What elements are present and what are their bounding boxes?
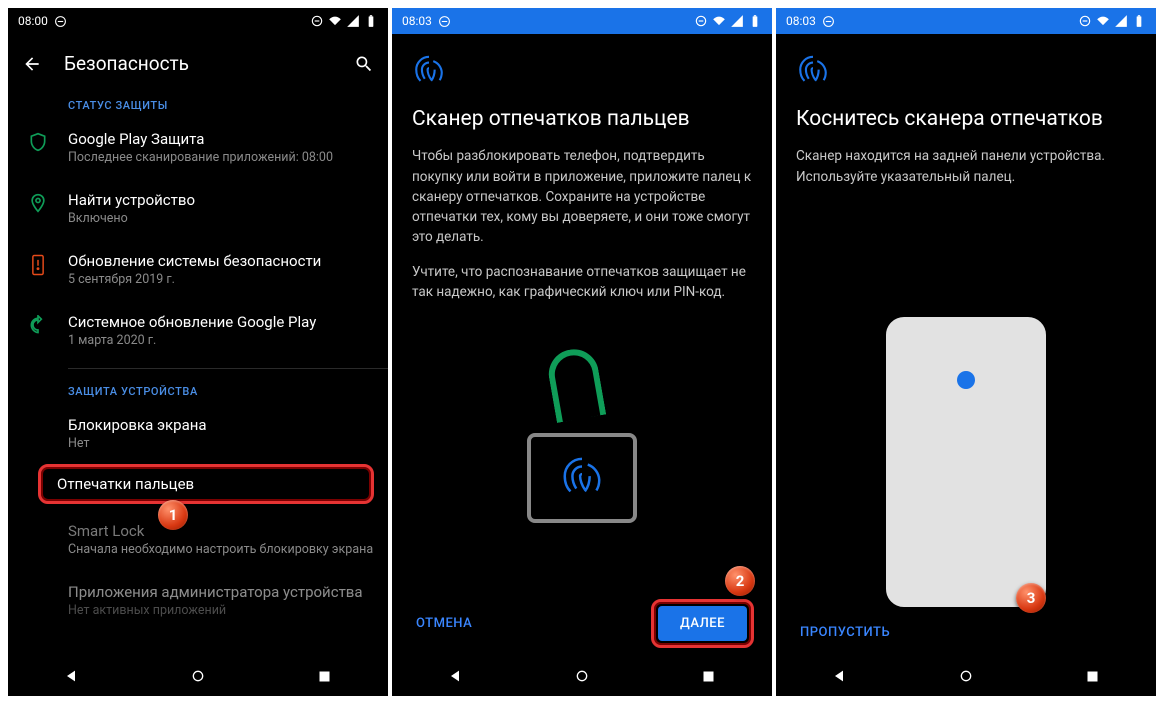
- screen-lock-title: Блокировка экрана: [68, 416, 374, 434]
- statusbar: 08:03: [776, 8, 1156, 34]
- item-play-protect[interactable]: Google Play Защита Последнее сканировани…: [8, 118, 388, 179]
- wifi-icon: [328, 14, 342, 28]
- navigation-bar: [392, 656, 772, 696]
- nav-back[interactable]: [444, 665, 466, 687]
- phone-alert-icon: [29, 254, 47, 276]
- fingerprints-title: Отпечатки пальцев: [57, 475, 357, 493]
- fingerprint-icon: [796, 54, 1136, 92]
- next-button-highlight: ДАЛЕЕ 2: [651, 599, 754, 648]
- battery-icon: [1132, 14, 1146, 28]
- battery-icon: [364, 14, 378, 28]
- update-icon: [28, 315, 48, 335]
- item-find-device[interactable]: Найти устройство Включено: [8, 179, 388, 240]
- app-bar: Безопасность: [8, 34, 388, 89]
- dnd-icon: [54, 15, 67, 28]
- nav-home[interactable]: [187, 665, 209, 687]
- status-time: 08:00: [18, 14, 48, 28]
- sensor-dot-icon: [957, 371, 975, 389]
- phone-illustration: 3: [796, 201, 1136, 607]
- status-time: 08:03: [402, 14, 432, 28]
- find-device-title: Найти устройство: [68, 191, 374, 209]
- wifi-icon: [712, 14, 726, 28]
- divider: [68, 368, 388, 369]
- gp-update-sub: 1 марта 2020 г.: [68, 333, 374, 350]
- wifi-icon: [1096, 14, 1110, 28]
- device-admin-sub: Нет активных приложений: [68, 603, 374, 620]
- page-title: Безопасность: [64, 52, 332, 75]
- screen-touch-sensor: 08:03 Коснитесь сканера отпечатков Скане…: [776, 8, 1156, 696]
- screen-fingerprint-intro: 08:03 Сканер отпечатков пальцев Чтобы ра…: [392, 8, 772, 696]
- nav-recent[interactable]: [698, 665, 720, 687]
- minus-circle-icon: [694, 14, 708, 28]
- screen-lock-sub: Нет: [68, 436, 374, 453]
- smart-lock-sub: Сначала необходимо настроить блокировку …: [68, 542, 374, 559]
- signal-icon: [1114, 14, 1128, 28]
- security-update-sub: 5 сентября 2019 г.: [68, 272, 374, 289]
- statusbar: 08:03: [392, 8, 772, 34]
- nav-recent[interactable]: [314, 665, 336, 687]
- fingerprint-icon: [559, 455, 605, 501]
- location-icon: [28, 193, 48, 213]
- navigation-bar: [776, 656, 1156, 696]
- heading: Коснитесь сканера отпечатков: [796, 106, 1136, 132]
- dnd-icon: [822, 15, 835, 28]
- item-gp-system-update[interactable]: Системное обновление Google Play 1 марта…: [8, 301, 388, 362]
- section-header-status: СТАТУС ЗАЩИТЫ: [8, 89, 388, 118]
- next-button[interactable]: ДАЛЕЕ: [658, 606, 747, 641]
- item-fingerprints[interactable]: Отпечатки пальцев: [38, 464, 374, 504]
- play-protect-title: Google Play Защита: [68, 130, 374, 148]
- nav-home[interactable]: [571, 665, 593, 687]
- nav-recent[interactable]: [1082, 665, 1104, 687]
- paragraph-1: Чтобы разблокировать телефон, подтвердит…: [412, 146, 752, 247]
- gp-update-title: Системное обновление Google Play: [68, 313, 374, 331]
- cancel-button[interactable]: ОТМЕНА: [410, 608, 478, 639]
- fingerprint-icon: [412, 54, 752, 92]
- signal-icon: [730, 14, 744, 28]
- back-icon[interactable]: [22, 54, 42, 74]
- navigation-bar: [8, 656, 388, 696]
- search-icon[interactable]: [354, 54, 374, 74]
- smart-lock-title: Smart Lock: [68, 522, 374, 540]
- step-badge-2: 2: [725, 566, 755, 596]
- minus-circle-icon: [310, 14, 324, 28]
- statusbar: 08:00: [8, 8, 388, 34]
- item-security-update[interactable]: Обновление системы безопасности 5 сентяб…: [8, 240, 388, 301]
- signal-icon: [346, 14, 360, 28]
- paragraph-2: Учтите, что распознавание отпечатков защ…: [412, 262, 752, 303]
- item-smart-lock[interactable]: Smart Lock Сначала необходимо настроить …: [8, 504, 388, 571]
- step-badge-3: 3: [1016, 583, 1046, 613]
- screen-security-settings: 08:00 Безопасность СТАТУС ЗАЩИТЫ Google …: [8, 8, 388, 696]
- security-update-title: Обновление системы безопасности: [68, 252, 374, 270]
- status-time: 08:03: [786, 14, 816, 28]
- play-protect-sub: Последнее сканирование приложений: 08:00: [68, 150, 374, 167]
- skip-button[interactable]: ПРОПУСТИТЬ: [794, 617, 896, 648]
- nav-home[interactable]: [955, 665, 977, 687]
- battery-icon: [748, 14, 762, 28]
- device-admin-title: Приложения администратора устройства: [68, 583, 374, 601]
- dnd-icon: [438, 15, 451, 28]
- section-header-device: ЗАЩИТА УСТРОЙСТВА: [8, 375, 388, 404]
- item-device-admin[interactable]: Приложения администратора устройства Нет…: [8, 571, 388, 620]
- heading: Сканер отпечатков пальцев: [412, 106, 752, 132]
- item-screen-lock[interactable]: Блокировка экрана Нет: [8, 404, 388, 465]
- nav-back[interactable]: [828, 665, 850, 687]
- minus-circle-icon: [1078, 14, 1092, 28]
- nav-back[interactable]: [60, 665, 82, 687]
- shield-icon: [28, 132, 48, 152]
- paragraph-1: Сканер находится на задней панели устрой…: [796, 146, 1136, 187]
- lock-illustration: [412, 316, 752, 589]
- find-device-sub: Включено: [68, 211, 374, 228]
